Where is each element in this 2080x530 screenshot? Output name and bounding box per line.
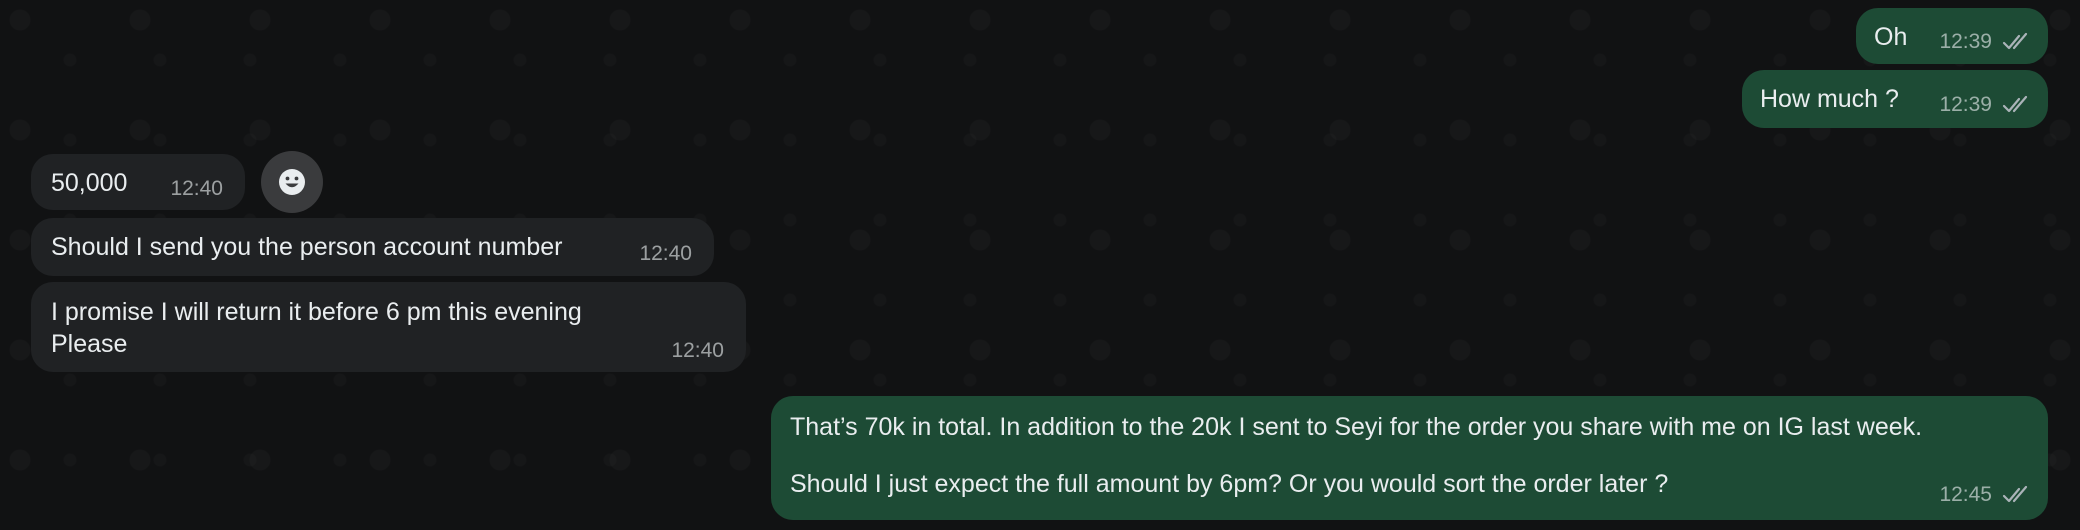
message-meta: 12:40 [639,241,692,267]
message-text: 50,000 [51,169,128,197]
message-bubble-incoming[interactable]: 50,000 12:40 [31,154,245,210]
message-text-line: Please [51,330,128,358]
message-text-line: Should I just expect the full amount by … [790,470,1669,498]
message-meta: 12:39 [1939,29,2032,55]
message-text-line: I promise I will return it before 6 pm t… [51,298,582,326]
chat-message-area[interactable]: Oh 12:39 How much ? 12:39 50,000 12:40 S… [0,0,2080,530]
message-bubble-incoming[interactable]: Should I send you the person account num… [31,218,714,276]
message-time: 12:40 [170,177,223,200]
message-time: 12:40 [639,242,692,265]
double-check-icon [2002,95,2028,113]
smiley-icon [279,169,305,195]
message-text: Oh [1874,23,1908,51]
message-time: 12:40 [671,339,724,362]
message-time: 12:45 [1939,483,1992,506]
message-time: 12:39 [1939,30,1992,53]
double-check-icon [2002,485,2028,503]
message-meta: 12:40 [671,338,724,364]
message-text: How much ? [1760,85,1899,113]
message-bubble-outgoing[interactable]: How much ? 12:39 [1742,70,2048,128]
message-time: 12:39 [1939,93,1992,116]
message-meta: 12:45 [1939,482,2032,508]
message-meta: 12:40 [170,176,223,202]
message-bubble-outgoing[interactable]: That’s 70k in total. In addition to the … [771,396,2048,520]
message-meta: 12:39 [1939,92,2032,118]
add-reaction-button[interactable] [261,151,323,213]
double-check-icon [2002,32,2028,50]
message-text-line: That’s 70k in total. In addition to the … [790,413,1923,441]
message-text: Should I send you the person account num… [51,233,563,261]
message-bubble-outgoing[interactable]: Oh 12:39 [1856,8,2048,64]
message-bubble-incoming[interactable]: I promise I will return it before 6 pm t… [31,282,746,372]
